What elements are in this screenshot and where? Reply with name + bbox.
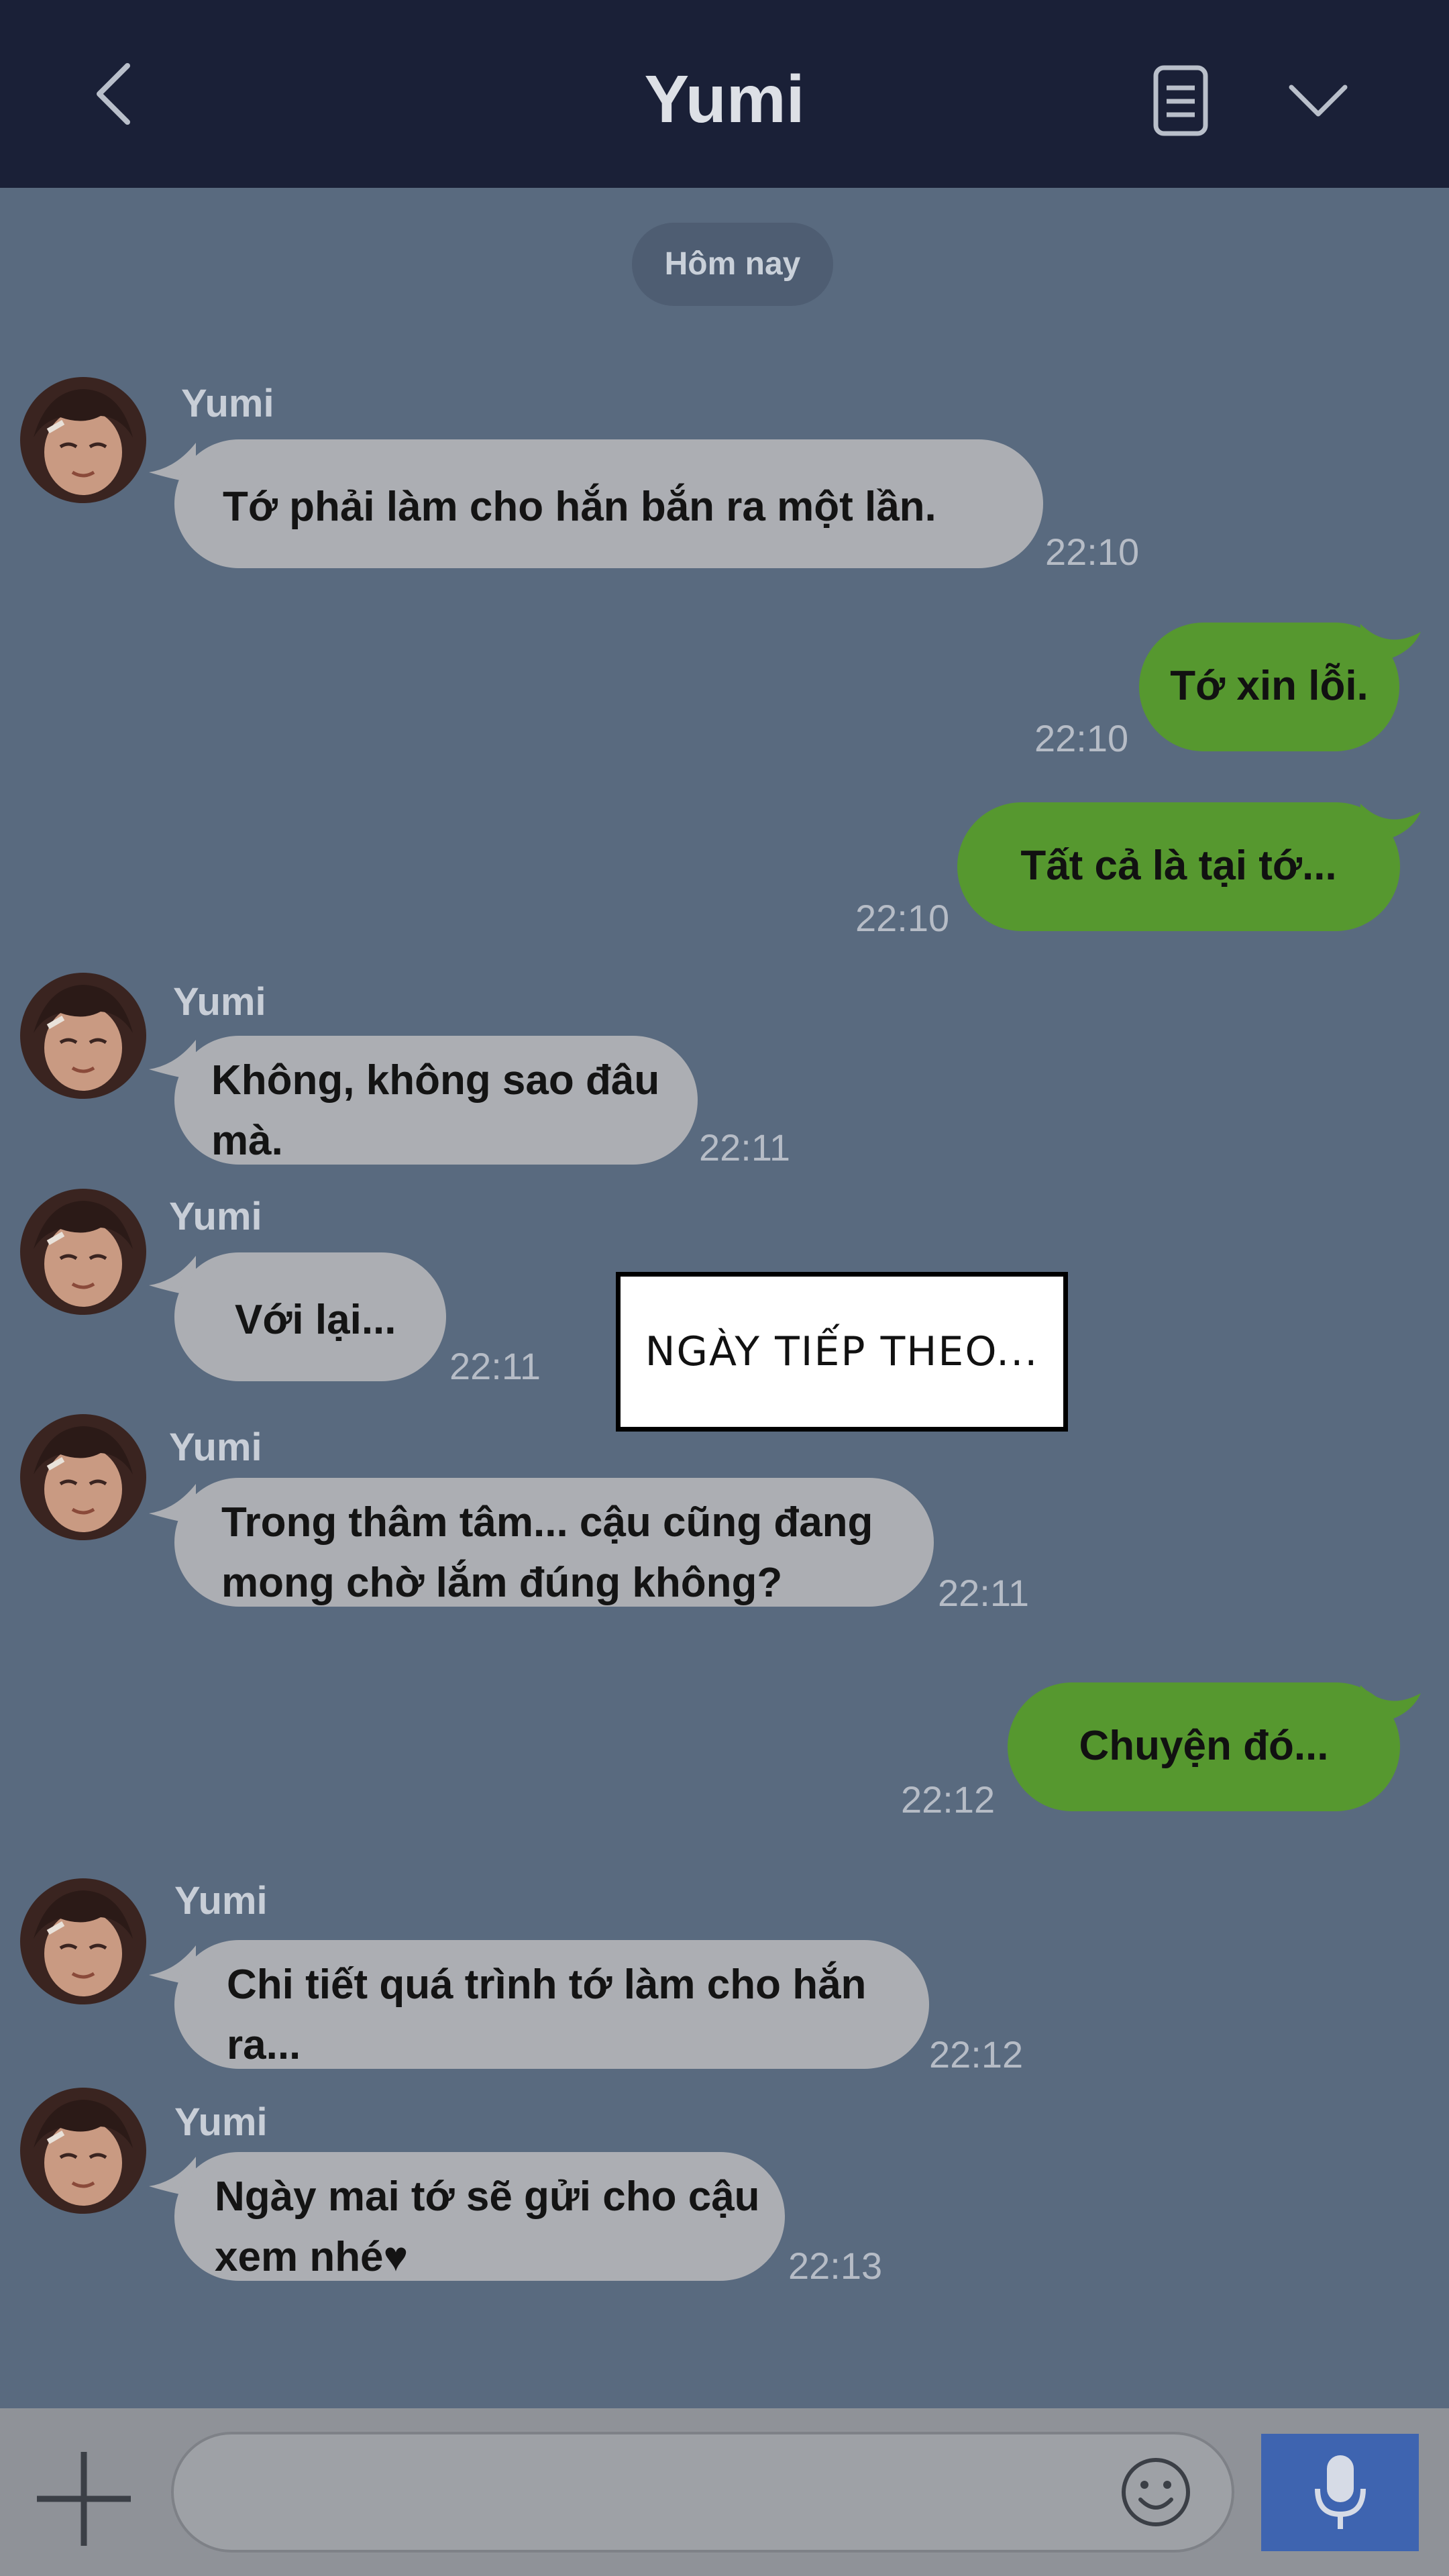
message-composer [0,2408,1449,2576]
sender-name: Yumi [173,980,266,1024]
message-bubble[interactable]: Không, không sao đâu mà. [174,1036,698,1165]
avatar[interactable] [20,973,146,1099]
message-time: 22:11 [699,1126,790,1169]
message-time: 22:10 [1034,717,1129,759]
microphone-button[interactable] [1261,2434,1419,2551]
avatar[interactable] [20,377,146,503]
message-time: 22:10 [1045,531,1140,573]
story-caption: NGÀY TIẾP THEO... [616,1272,1068,1432]
message-text-line: mà. [211,1118,283,1164]
sender-name: Yumi [181,382,274,425]
message-text-line: Tớ xin lỗi. [1170,663,1368,709]
message-text-line: Ngày mai tớ sẽ gửi cho cậu [215,2174,760,2220]
sender-name: Yumi [169,1195,262,1238]
sender-name: Yumi [174,2100,268,2144]
message-text-line: Tất cả là tại tớ... [1020,843,1337,889]
message-text-line: Chi tiết quá trình tớ làm cho hắn [227,1962,867,2008]
message-time: 22:12 [929,2033,1024,2076]
message-text-line: Không, không sao đâu [211,1057,660,1104]
message-bubble[interactable]: Ngày mai tớ sẽ gửi cho cậu xem nhé♥ [174,2152,785,2281]
message-text-line: Tớ phải làm cho hắn bắn ra một lần. [223,484,936,530]
avatar[interactable] [20,1878,146,2004]
message-text-line: Chuyện đó... [1079,1723,1329,1769]
message-bubble[interactable]: Tớ phải làm cho hắn bắn ra một lần. [174,439,1043,568]
message-time: 22:11 [938,1572,1029,1614]
microphone-icon [1315,2455,1366,2529]
message-time: 22:11 [449,1345,541,1387]
message-text-line: mong chờ lắm đúng không? [221,1560,783,1606]
message-time: 22:13 [788,2245,883,2287]
chat-header: Yumi [0,0,1449,188]
message-bubble[interactable]: Chi tiết quá trình tớ làm cho hắn ra... [174,1940,929,2069]
message-text-line: xem nhé♥ [215,2234,409,2280]
message-text-line: Với lại... [235,1297,396,1343]
date-separator: Hôm nay [632,223,833,306]
message-bubble[interactable]: Trong thâm tâm... cậu cũng đang mong chờ… [174,1478,934,1607]
message-time: 22:12 [901,1778,996,1821]
message-bubble[interactable]: Với lại... [174,1252,446,1381]
chevron-down-icon[interactable] [1285,67,1352,134]
message-bubble[interactable]: Chuyện đó... [1008,1682,1400,1811]
message-bubble[interactable]: Tớ xin lỗi. [1139,623,1399,751]
sender-name: Yumi [169,1426,262,1469]
notes-icon[interactable] [1144,64,1218,138]
message-input[interactable] [171,2432,1234,2553]
chat-title: Yumi [644,62,805,137]
avatar[interactable] [20,1189,146,1315]
avatar[interactable] [20,2088,146,2214]
message-bubble[interactable]: Tất cả là tại tớ... [957,802,1400,931]
message-text-line: Trong thâm tâm... cậu cũng đang [221,1499,873,1546]
message-text-line: ra... [227,2022,301,2068]
emoji-icon[interactable] [1119,2455,1193,2529]
plus-icon[interactable] [34,2449,134,2549]
message-time: 22:10 [855,897,950,939]
sender-name: Yumi [174,1879,268,1923]
avatar[interactable] [20,1414,146,1540]
